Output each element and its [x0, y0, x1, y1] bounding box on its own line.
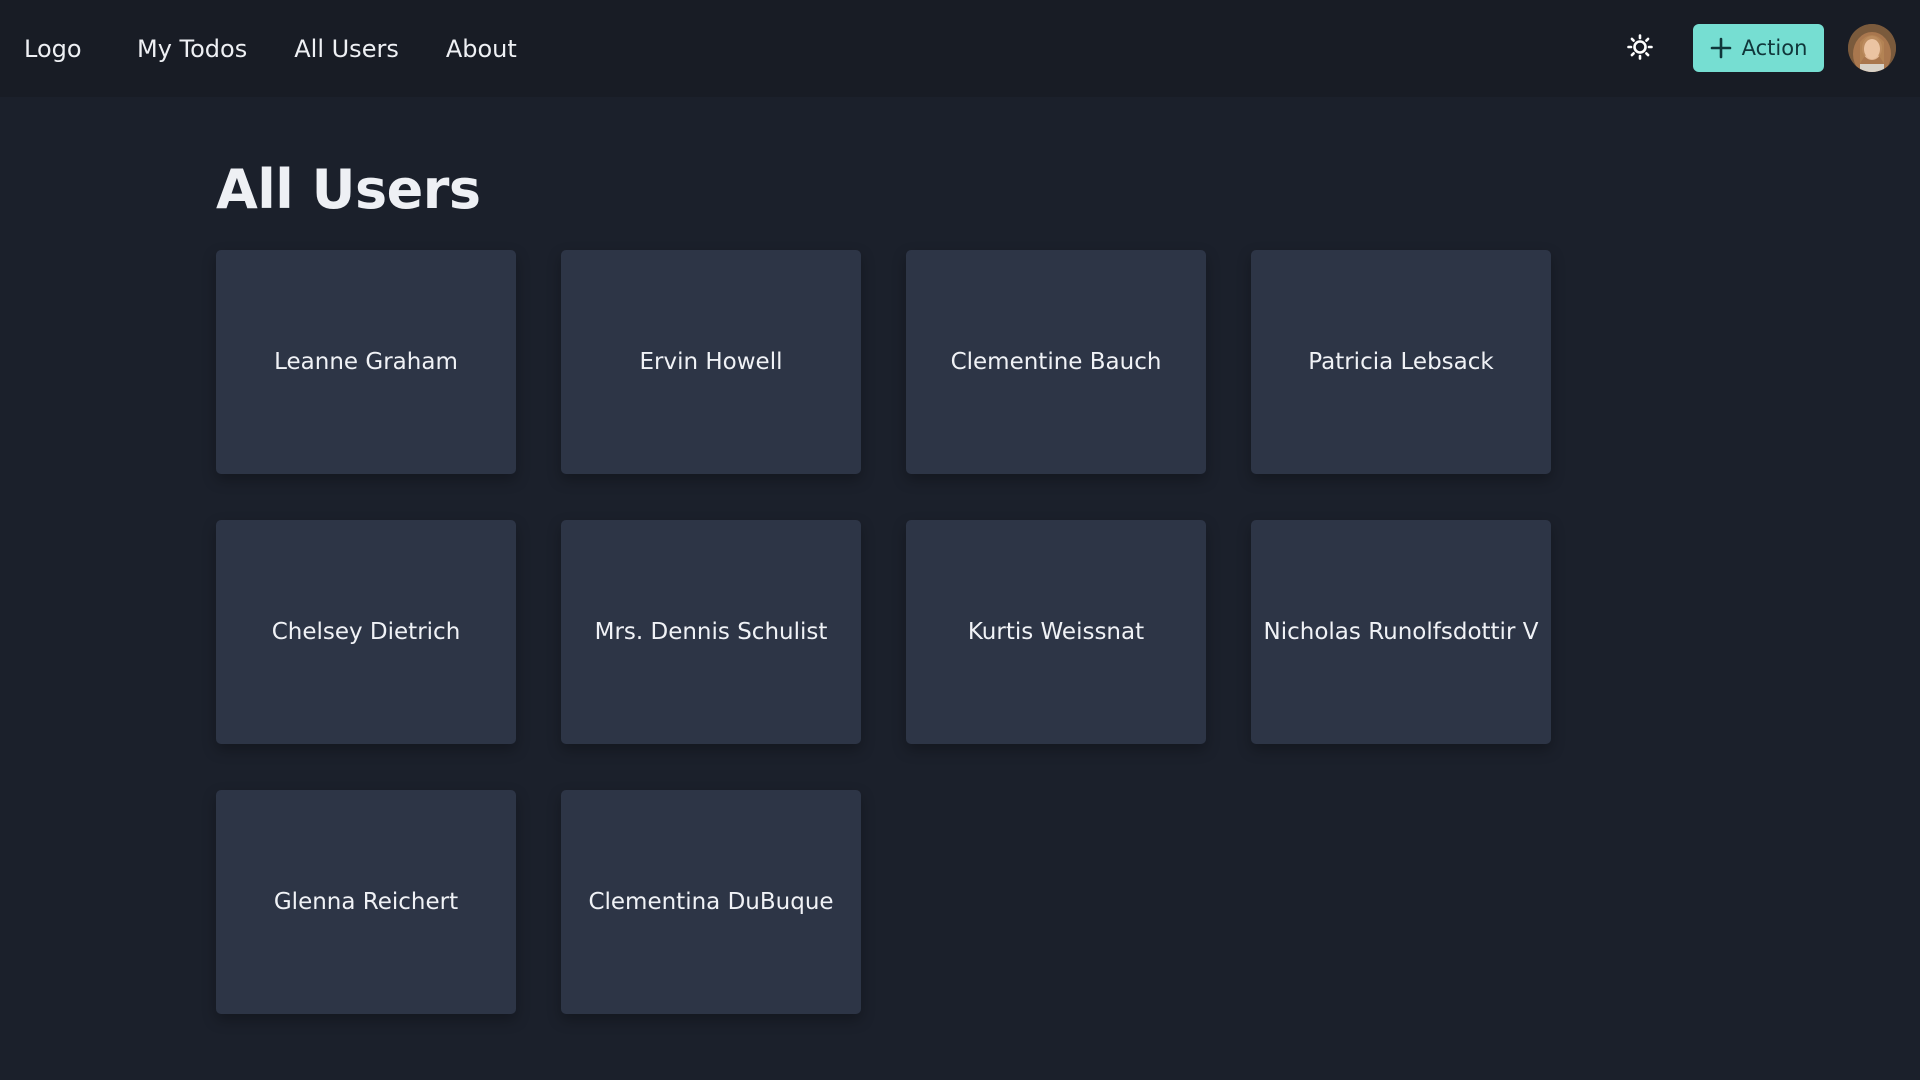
user-name: Ervin Howell: [639, 349, 783, 375]
action-button-label: Action: [1741, 36, 1808, 60]
user-card[interactable]: Kurtis Weissnat: [906, 520, 1206, 744]
user-card[interactable]: Patricia Lebsack: [1251, 250, 1551, 474]
user-card[interactable]: Ervin Howell: [561, 250, 861, 474]
nav-link-my-todos[interactable]: My Todos: [137, 35, 247, 63]
user-name: Patricia Lebsack: [1308, 349, 1494, 375]
user-name: Chelsey Dietrich: [271, 619, 461, 645]
user-name: Clementina DuBuque: [588, 889, 834, 915]
user-name: Kurtis Weissnat: [967, 619, 1145, 645]
user-name: Glenna Reichert: [273, 889, 459, 915]
nav-link-about[interactable]: About: [446, 35, 517, 63]
theme-toggle-button[interactable]: [1622, 29, 1658, 65]
user-card[interactable]: Mrs. Dennis Schulist: [561, 520, 861, 744]
nav-link-all-users[interactable]: All Users: [294, 35, 399, 63]
user-card[interactable]: Nicholas Runolfsdottir V: [1251, 520, 1551, 744]
users-grid: Leanne Graham Ervin Howell Clementine Ba…: [216, 250, 1551, 1014]
user-name: Nicholas Runolfsdottir V: [1263, 619, 1539, 645]
user-name: Mrs. Dennis Schulist: [594, 619, 828, 645]
user-card[interactable]: Glenna Reichert: [216, 790, 516, 1014]
navbar: Logo My Todos All Users About Action: [0, 0, 1920, 97]
sun-icon: [1627, 34, 1653, 60]
nav-links: My Todos All Users About: [137, 0, 564, 97]
user-card[interactable]: Chelsey Dietrich: [216, 520, 516, 744]
user-card[interactable]: Clementine Bauch: [906, 250, 1206, 474]
user-card[interactable]: Leanne Graham: [216, 250, 516, 474]
logo-link[interactable]: Logo: [24, 0, 82, 97]
user-avatar[interactable]: [1848, 24, 1896, 72]
avatar-image: [1848, 24, 1896, 72]
user-name: Clementine Bauch: [950, 349, 1162, 375]
action-button[interactable]: Action: [1693, 24, 1824, 72]
plus-icon: [1710, 37, 1731, 59]
user-name: Leanne Graham: [274, 349, 458, 375]
user-card[interactable]: Clementina DuBuque: [561, 790, 861, 1014]
page-title: All Users: [216, 158, 481, 221]
